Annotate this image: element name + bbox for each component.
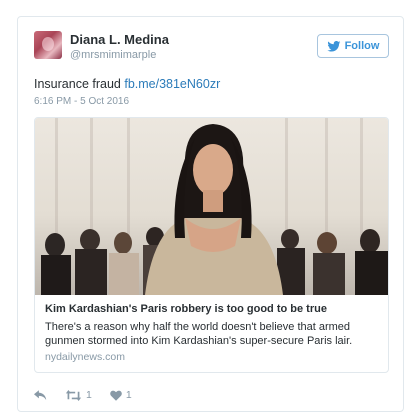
card-image[interactable]	[35, 118, 388, 295]
reply-icon	[34, 389, 47, 400]
follow-button[interactable]: Follow	[317, 34, 389, 58]
retweet-action[interactable]: 1	[65, 389, 92, 401]
card-body: Kim Kardashian's Paris robbery is too go…	[45, 302, 380, 363]
retweet-icon	[65, 389, 82, 401]
featured-person	[145, 124, 283, 295]
heart-icon	[110, 390, 122, 401]
card-title[interactable]: Kim Kardashian's Paris robbery is too go…	[45, 302, 380, 316]
avatar[interactable]	[34, 31, 62, 59]
tweet-header: Diana L. Medina @mrsmimimarple Follow	[34, 31, 389, 67]
tweet-link[interactable]: fb.me/381eN60zr	[124, 77, 220, 91]
twitter-bird-icon	[326, 40, 340, 52]
link-card[interactable]: Kim Kardashian's Paris robbery is too go…	[34, 117, 389, 373]
author-names: Diana L. Medina @mrsmimimarple	[70, 32, 169, 62]
card-domain: nydailynews.com	[45, 351, 125, 363]
tweet-actions: 1 1	[34, 387, 132, 403]
card-description: There's a reason why half the world does…	[45, 321, 353, 347]
like-action[interactable]: 1	[110, 389, 132, 401]
retweet-count: 1	[86, 389, 92, 401]
embedded-tweet: Diana L. Medina @mrsmimimarple Follow In…	[17, 16, 404, 412]
author-handle[interactable]: @mrsmimimarple	[70, 48, 169, 62]
reply-action[interactable]	[34, 389, 47, 401]
tweet-timestamp[interactable]: 6:16 PM - 5 Oct 2016	[34, 96, 129, 107]
tweet-text-body: Insurance fraud	[34, 77, 121, 91]
tweet-text: Insurance fraud fb.me/381eN60zr	[34, 77, 220, 91]
like-count: 1	[125, 389, 132, 401]
author-display-name[interactable]: Diana L. Medina	[70, 32, 169, 47]
follow-button-label: Follow	[344, 40, 380, 52]
